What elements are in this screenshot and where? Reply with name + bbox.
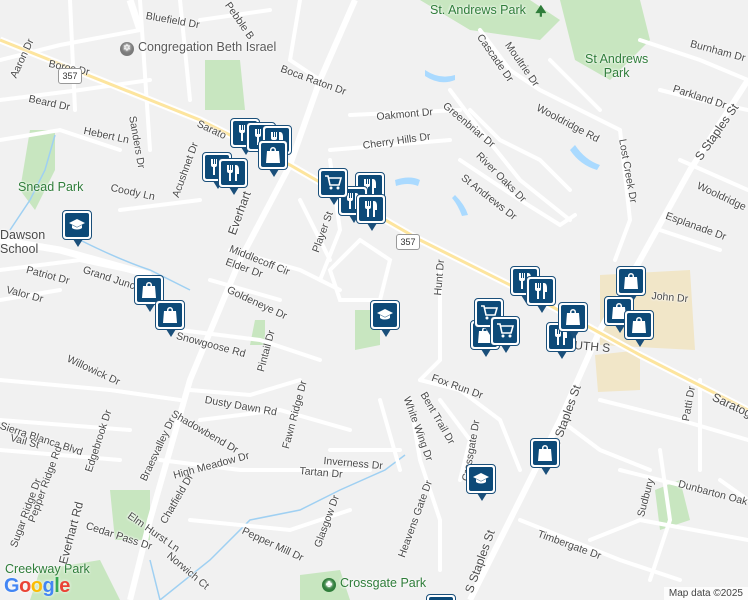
school-pin[interactable] [466,464,496,501]
park-label-crossgate-park[interactable]: ♣ Crossgate Park [322,576,426,592]
graduation-cap-icon [65,213,89,237]
park-label-st-andrews-park[interactable]: St Andrews Park [585,52,648,80]
worship-label-beth-israel[interactable]: ✡ Congregation Beth Israel [120,40,276,56]
shopping-pin[interactable] [624,310,654,347]
highway-shield: 357 [396,234,420,250]
grocery-pin[interactable] [318,168,348,205]
map-canvas[interactable]: St. Andrews Park St Andrews Park ✡ Congre… [0,0,748,600]
shopping-pin[interactable] [530,438,560,475]
fork-knife-icon [221,161,245,185]
worship-name: Congregation Beth Israel [138,40,277,54]
graduation-cap-icon [373,303,397,327]
shopping-pin[interactable] [155,300,185,337]
shopping-bag-icon [137,278,161,302]
map-attribution[interactable]: Map data ©2025 [663,587,748,600]
shopping-cart-icon [321,171,345,195]
shopping-cart-icon [493,319,517,343]
shopping-pin[interactable] [616,266,646,303]
shopping-pin[interactable] [258,140,288,177]
star-of-david-icon: ✡ [120,42,134,56]
shopping-bag-icon [627,313,651,337]
poi-pin-partial[interactable] [426,594,456,600]
park-name: Crossgate Park [340,576,427,590]
park-label-st-andrews-park-top[interactable]: St. Andrews Park [430,3,547,17]
park-label-creekway-park[interactable]: Creekway Park [5,562,90,576]
restaurant-pin[interactable] [218,158,248,195]
shopping-bag-icon [561,305,585,329]
park-name: Creekway Park [5,562,90,576]
shopping-bag-icon [261,143,285,167]
tree-icon [535,4,547,17]
highway-shield: 357 [58,68,82,84]
street-label: UTH S [573,338,611,356]
shopping-bag-icon [619,269,643,293]
fork-knife-icon [359,197,383,221]
park-name: St. Andrews Park [430,3,526,17]
shopping-pin[interactable] [558,302,588,339]
shopping-bag-icon [533,441,557,465]
shopping-bag-icon [158,303,182,327]
tree-icon: ♣ [322,578,336,592]
school-pin[interactable] [62,210,92,247]
graduation-cap-icon [469,467,493,491]
restaurant-pin[interactable] [526,276,556,313]
google-logo: Google [4,575,70,597]
school-pin[interactable] [370,300,400,337]
park-label-snead-park[interactable]: Snead Park [18,180,83,194]
school-label-dawson[interactable]: Dawson School [0,228,45,256]
restaurant-pin[interactable] [356,194,386,231]
grocery-pin[interactable] [490,316,520,353]
fork-knife-icon [529,279,553,303]
